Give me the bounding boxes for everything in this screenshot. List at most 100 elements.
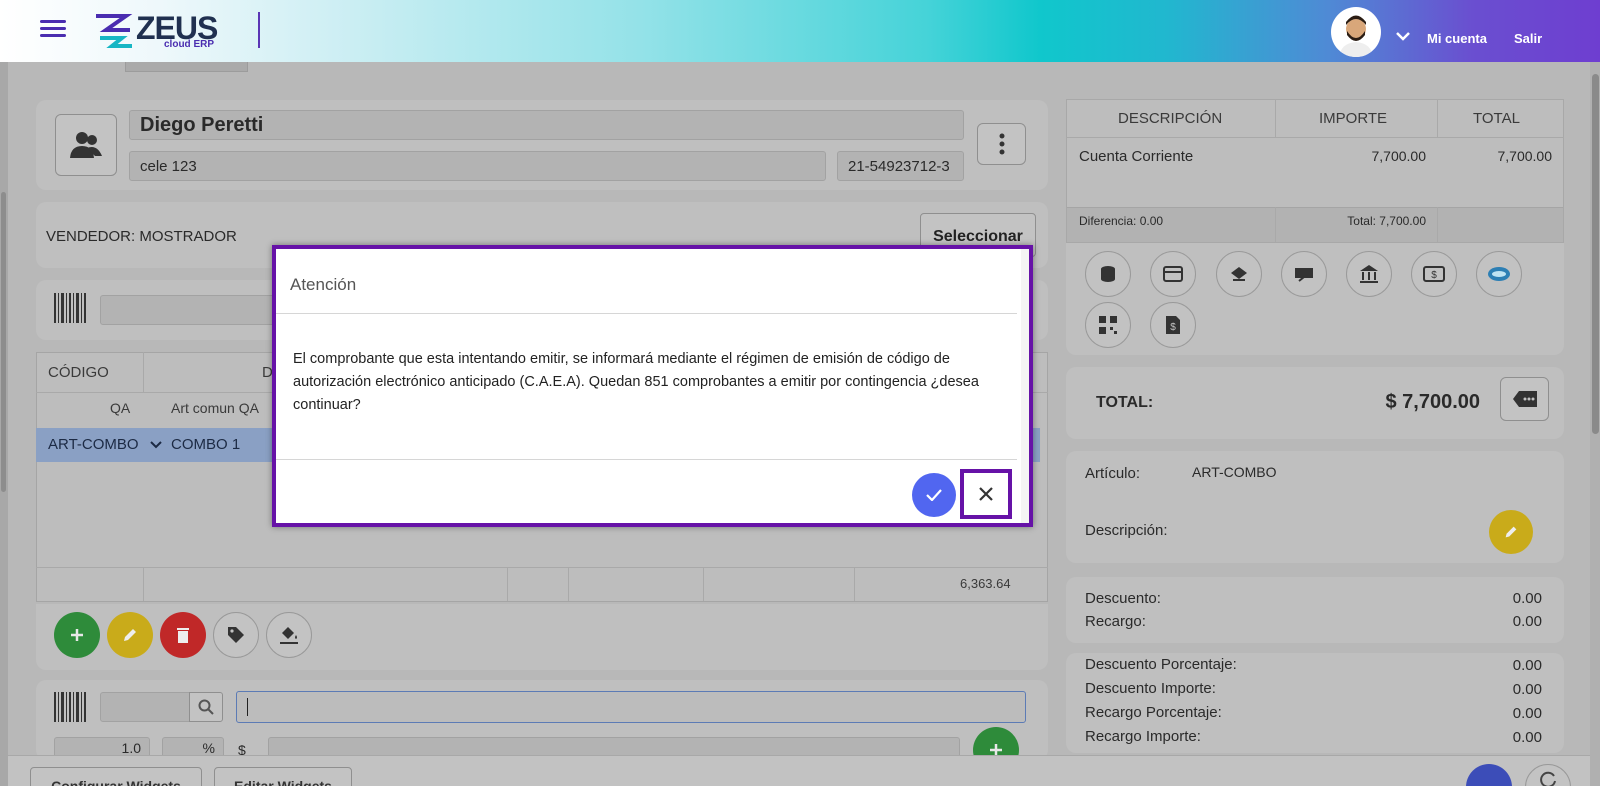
payments-col-importe: IMPORTE [1319,110,1388,127]
payment-qr-button[interactable] [1085,302,1131,348]
attention-dialog: Atención El comprobante que esta intenta… [272,245,1033,527]
discount-value: 0.00 [1512,590,1542,607]
payment-row-desc[interactable]: Cuenta Corriente [1079,148,1193,165]
check-icon [926,489,942,501]
cancel-button[interactable] [960,469,1012,519]
surcharge-label: Recargo: [1085,613,1146,630]
trash-icon [177,628,189,643]
pencil-icon [124,629,136,641]
qr-code-icon [1099,316,1117,334]
detail-label: Descuento Porcentaje: [1085,656,1237,673]
cash-icon: $ [1423,266,1445,282]
chevron-down-icon[interactable] [1395,30,1411,42]
payment-invoice-button[interactable]: $ [1150,302,1196,348]
chevron-down-icon[interactable] [150,441,162,449]
detail-label: Descuento Importe: [1085,680,1216,697]
user-avatar[interactable] [1331,7,1381,57]
footer-col-divider [854,567,855,601]
payment-cash-button[interactable]: $ [1411,251,1457,297]
brand-subtitle: cloud ERP [164,39,215,50]
col-divider [1275,207,1276,242]
plus-icon [71,629,83,641]
users-icon [70,132,102,158]
fill-button[interactable] [266,612,312,658]
code-input[interactable] [100,692,192,722]
article-description-label: Descripción: [1085,522,1168,539]
confirm-button[interactable] [912,473,956,517]
search-icon [198,699,214,715]
right-scrollbar[interactable] [1590,62,1600,786]
col-divider [1437,99,1438,137]
col-codigo[interactable]: CÓDIGO [48,364,109,381]
client-address-field[interactable]: cele 123 [129,151,826,181]
seller-label: VENDEDOR: MOSTRADOR [46,228,237,245]
row-desc[interactable]: COMBO 1 [171,436,240,453]
header-divider-line [1066,137,1564,138]
payment-coins-button[interactable] [1085,251,1131,297]
pencil-icon [1505,526,1517,538]
client-cuit-field[interactable]: 21-54923712-3 [837,151,964,181]
backspace-button[interactable] [1500,377,1549,421]
menu-icon[interactable] [40,20,66,40]
footer-col-divider [143,567,144,601]
left-scrollbar[interactable] [0,62,8,786]
close-icon [979,487,993,501]
dialog-divider [276,459,1017,460]
client-more-button[interactable] [977,123,1026,165]
footer-col-divider [568,567,569,601]
payments-col-desc: DESCRIPCIÓN [1118,110,1223,127]
tag-button[interactable] [213,612,259,658]
edit-article-button[interactable] [1489,510,1533,554]
logout-link[interactable]: Salir [1514,31,1542,46]
row-code[interactable]: ART-COMBO [48,436,139,453]
edit-widgets-button[interactable]: Editar Widgets [214,767,352,786]
payment-mercadopago-button[interactable] [1476,251,1522,297]
check-icon [1295,268,1313,282]
paint-bucket-icon [280,627,298,644]
col-divider [1437,207,1438,242]
footer-divider-line [36,567,1048,568]
discount-label: Descuento: [1085,590,1161,607]
brand-logo[interactable]: ZEUS cloud ERP [92,10,242,50]
payment-bank-button[interactable] [1346,251,1392,297]
surcharge-value: 0.00 [1512,613,1542,630]
footer-total: 6,363.64 [960,576,1011,591]
account-link[interactable]: Mi cuenta [1427,31,1487,46]
dialog-edge [1021,249,1029,523]
dialog-title: Atención [290,275,357,294]
detail-value: 0.00 [1512,657,1542,674]
top-bar: ZEUS cloud ERP Mi cuenta Salir [0,0,1600,62]
detail-value: 0.00 [1512,681,1542,698]
detail-label: Recargo Porcentaje: [1085,704,1222,721]
description-input[interactable] [236,691,1026,723]
filter-desc[interactable]: Art comun QA [171,400,259,416]
payment-row-importe: 7,700.00 [1371,148,1427,164]
client-name-field[interactable]: Diego Peretti [129,110,964,140]
tab-stub [125,62,248,72]
detail-label: Recargo Importe: [1085,728,1201,745]
payment-transfer-button[interactable] [1216,251,1262,297]
filter-code[interactable]: QA [110,400,130,416]
search-button[interactable] [189,692,223,722]
add-item-button[interactable] [54,612,100,658]
article-label: Artículo: [1085,465,1141,482]
barcode-search-input[interactable] [100,295,280,325]
client-button[interactable] [55,114,117,176]
bank-icon [1360,265,1378,283]
edit-item-button[interactable] [107,612,153,658]
svg-text:$: $ [1170,322,1176,333]
zeus-logo-icon [96,14,133,48]
payments-col-total: TOTAL [1473,110,1520,127]
invoice-dollar-icon: $ [1166,316,1180,334]
payments-total: Total: 7,700.00 [1347,214,1426,228]
col-divider [143,352,144,392]
more-vertical-icon [999,133,1004,155]
detail-value: 0.00 [1512,705,1542,722]
payment-card-button[interactable] [1150,251,1196,297]
payment-check-button[interactable] [1281,251,1327,297]
adjustments-card [1066,577,1564,643]
article-value: ART-COMBO [1192,464,1277,480]
backspace-icon [1512,391,1537,407]
delete-item-button[interactable] [160,612,206,658]
configure-widgets-button[interactable]: Configurar Widgets [30,767,202,786]
